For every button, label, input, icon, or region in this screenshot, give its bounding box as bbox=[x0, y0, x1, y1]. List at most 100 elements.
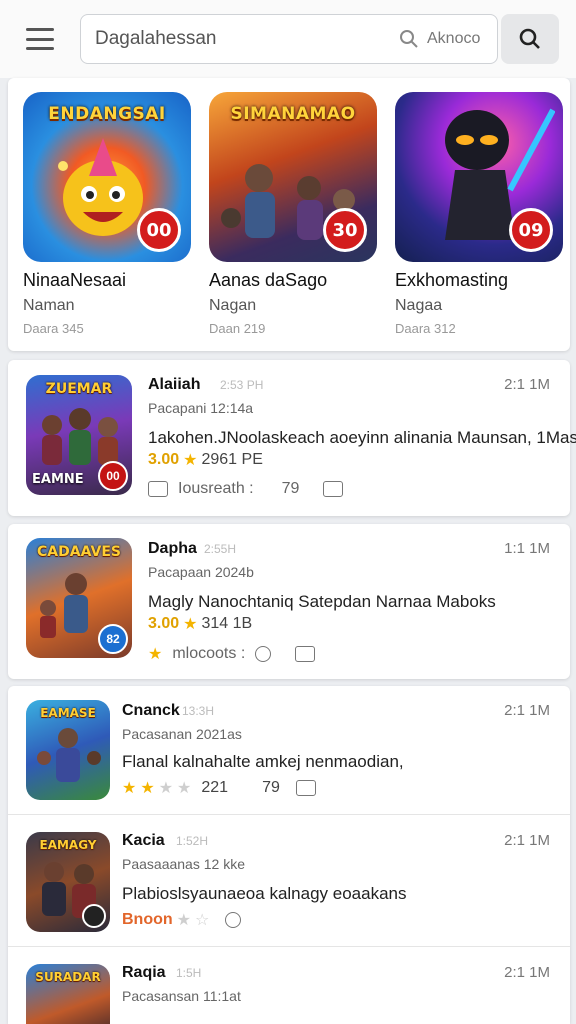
item-rating: 3.00 ★ 314 1B bbox=[148, 614, 252, 634]
featured-card: ENDANGSAI 00 NinaaNesaai Naman Daara 345… bbox=[8, 78, 570, 351]
featured-name: NinaaNesaai bbox=[23, 270, 127, 290]
thumbnail-title: EAMASE bbox=[40, 706, 96, 720]
featured-item[interactable]: ENDANGSAI 00 NinaaNesaai Naman Daara 345 bbox=[23, 92, 191, 336]
item-time: 1:52H bbox=[176, 834, 209, 848]
thumbnail-title: ZUEMAR bbox=[45, 381, 113, 397]
search-icon bbox=[519, 28, 540, 49]
search-icon bbox=[400, 30, 418, 48]
hamburger-menu-icon[interactable] bbox=[22, 22, 58, 56]
featured-art-title: ENDANGSAI bbox=[48, 104, 166, 124]
star-icon[interactable]: ★ bbox=[148, 644, 162, 664]
featured-badge: 00 bbox=[137, 208, 181, 252]
star-icon: ★ bbox=[140, 780, 155, 797]
item-time: 2:53 PH bbox=[220, 378, 264, 392]
list-item[interactable]: CADAAVES 82 Dapha 2:55H 1:1 1M Pacapaan … bbox=[8, 524, 570, 679]
featured-meta: Daara 345 bbox=[23, 321, 84, 336]
item-rating: ★ ★ ★ ★ 221 79 bbox=[122, 778, 316, 798]
item-name: Kacia bbox=[122, 832, 165, 849]
action-label: mlocoots : bbox=[172, 645, 246, 662]
rating-text: 314 1B bbox=[201, 615, 253, 632]
featured-badge: 09 bbox=[509, 208, 553, 252]
item-description: 1akohen.JNoolaskeach aoeyinn alinania Ma… bbox=[148, 428, 576, 447]
thumbnail-badge: 00 bbox=[98, 461, 128, 491]
item-publisher: Pacasanan 2021as bbox=[122, 726, 242, 742]
app-thumbnail: SURADAR bbox=[26, 964, 110, 1024]
star-icon: ★ bbox=[158, 780, 174, 797]
thumbnail-badge bbox=[82, 904, 106, 928]
featured-meta: Daara 312 bbox=[395, 321, 456, 336]
featured-item[interactable]: SIMANAMAO 30 Aanas daSago Nagan Daan 219 bbox=[209, 92, 377, 336]
star-icon: ★ bbox=[122, 780, 137, 797]
item-actions: Iousreath : 79 bbox=[148, 480, 344, 498]
item-size: 2:1 1M bbox=[504, 832, 550, 849]
star-icon: ★ bbox=[183, 452, 198, 469]
thumbnail-badge: 82 bbox=[98, 624, 128, 654]
app-thumbnail: EAMASE bbox=[26, 700, 110, 800]
featured-item[interactable]: 09 Exkhomasting Nagaa Daara 312 bbox=[395, 92, 563, 336]
list-item[interactable]: EAMASE Cnanck 13:3H 2:1 1M Pacasanan 202… bbox=[8, 686, 570, 814]
library-icon[interactable] bbox=[323, 481, 344, 497]
action-count: 79 bbox=[262, 779, 280, 796]
featured-subtitle: Nagan bbox=[209, 297, 257, 314]
item-size: 2:1 1M bbox=[504, 702, 550, 719]
item-size: 2:1 1M bbox=[504, 964, 550, 981]
featured-badge: 30 bbox=[323, 208, 367, 252]
bookmark-icon[interactable] bbox=[148, 481, 168, 497]
row-divider bbox=[8, 814, 570, 815]
app-thumbnail: ZUEMAR EAMNE 00 bbox=[26, 375, 132, 495]
item-description: Plabioslsyaunaeoa kalnagy eoaakans bbox=[122, 884, 407, 903]
item-actions: ★ mlocoots : bbox=[148, 644, 316, 664]
search-box[interactable]: Aknoco bbox=[80, 14, 498, 64]
item-name: Dapha bbox=[148, 540, 197, 557]
rating-value: 3.00 bbox=[148, 615, 180, 632]
list-item[interactable]: ZUEMAR EAMNE 00 Alaiiah 2:53 PH 2:1 1M P… bbox=[8, 360, 576, 516]
info-icon[interactable] bbox=[255, 646, 272, 662]
star-icon: ☆ bbox=[195, 912, 210, 929]
list-item[interactable]: SURADAR Raqia 1:5H 2:1 1M Pacasansan 11:… bbox=[8, 948, 570, 1024]
item-name: Alaiiah bbox=[148, 376, 201, 393]
item-time: 2:55H bbox=[204, 542, 237, 556]
search-button[interactable] bbox=[501, 14, 559, 64]
item-size: 1:1 1M bbox=[504, 540, 550, 557]
star-icon: ★ bbox=[177, 780, 192, 797]
featured-art-title: SIMANAMAO bbox=[230, 104, 356, 124]
rating-text: 2961 PE bbox=[201, 451, 263, 468]
item-publisher: Pacasansan 11:1at bbox=[122, 988, 241, 1004]
item-name: Cnanck bbox=[122, 702, 180, 719]
rating-text: 221 bbox=[201, 779, 229, 796]
thumbnail-title: SURADAR bbox=[35, 970, 101, 984]
action-label: Iousreath : bbox=[178, 480, 254, 497]
library-icon[interactable] bbox=[295, 646, 316, 662]
thumbnail-footer: EAMNE bbox=[32, 472, 84, 487]
featured-art: 09 bbox=[395, 92, 563, 262]
app-thumbnail: CADAAVES 82 bbox=[26, 538, 132, 658]
featured-subtitle: Naman bbox=[23, 297, 75, 314]
item-time: 1:5H bbox=[176, 966, 202, 980]
star-icon: ★ bbox=[183, 616, 198, 633]
thumbnail-title: CADAAVES bbox=[37, 544, 121, 560]
item-rating: 3.00 ★ 2961 PE bbox=[148, 450, 263, 470]
list-card: CADAAVES 82 Dapha 2:55H 1:1 1M Pacapaan … bbox=[8, 524, 570, 679]
featured-art: SIMANAMAO 30 bbox=[209, 92, 377, 262]
item-time: 13:3H bbox=[182, 704, 215, 718]
search-hint-text: Aknoco bbox=[427, 30, 481, 47]
list-item[interactable]: EAMAGY Kacia 1:52H 2:1 1M Paasaaanas 12 … bbox=[8, 816, 570, 946]
item-description: Magly Nanochtaniq Satepdan Narnaa Maboks bbox=[148, 592, 496, 611]
rating-value: Bnoon bbox=[122, 911, 173, 928]
star-icon: ★ bbox=[176, 912, 191, 929]
item-name: Raqia bbox=[122, 964, 166, 981]
featured-name: Aanas daSago bbox=[209, 270, 328, 290]
featured-art: ENDANGSAI 00 bbox=[23, 92, 191, 262]
info-icon[interactable] bbox=[225, 912, 242, 928]
featured-subtitle: Nagaa bbox=[395, 297, 443, 314]
top-app-bar: Aknoco bbox=[0, 0, 576, 78]
row-divider bbox=[8, 946, 570, 947]
rating-value: 3.00 bbox=[148, 451, 180, 468]
featured-meta: Daan 219 bbox=[209, 321, 266, 336]
item-publisher: Paasaaanas 12 kke bbox=[122, 856, 245, 872]
library-icon[interactable] bbox=[295, 780, 316, 796]
search-input[interactable] bbox=[95, 15, 385, 63]
thumbnail-title: EAMAGY bbox=[39, 838, 97, 852]
item-description: Flanal kalnahalte amkej nenmaodian, bbox=[122, 752, 404, 771]
item-rating: Bnoon ★ ☆ bbox=[122, 910, 242, 930]
